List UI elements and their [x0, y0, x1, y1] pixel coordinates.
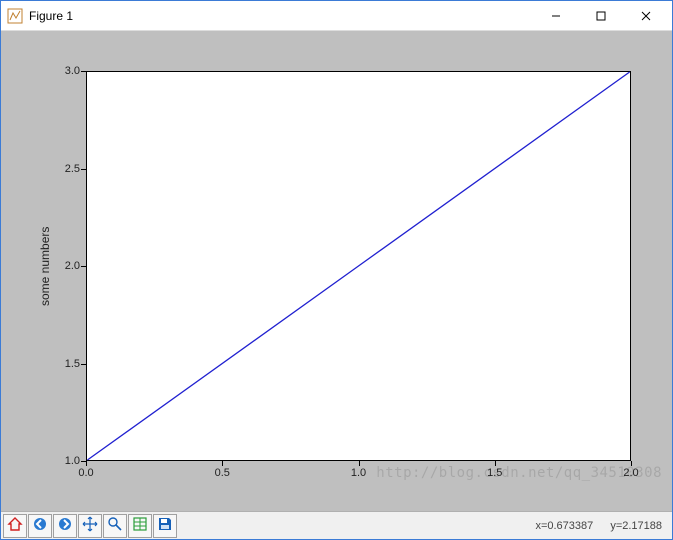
pan-button[interactable] [78, 514, 102, 538]
back-icon [32, 516, 48, 535]
cursor-y: y=2.17188 [610, 520, 662, 532]
forward-icon [57, 516, 73, 535]
nav-toolbar: x=0.673387 y=2.17188 [1, 511, 672, 539]
watermark-text: http://blog.csdn.net/qq_34510308 [376, 465, 662, 481]
pan-icon [82, 516, 98, 535]
home-button[interactable] [3, 514, 27, 538]
zoom-icon [107, 516, 123, 535]
subplot-config-button[interactable] [128, 514, 152, 538]
subplot-icon [132, 516, 148, 535]
close-button[interactable] [623, 1, 668, 31]
window-titlebar: Figure 1 [1, 1, 672, 31]
y-tick-label: 1.5 [58, 358, 80, 370]
home-icon [7, 516, 23, 535]
x-tick-label: 0.0 [78, 467, 93, 479]
plot-line [87, 72, 630, 460]
y-axis-label: some numbers [38, 227, 52, 306]
x-tick-label: 0.5 [215, 467, 230, 479]
window-title: Figure 1 [29, 9, 73, 23]
save-button[interactable] [153, 514, 177, 538]
x-tick-label: 1.0 [351, 467, 366, 479]
y-tick-label: 2.0 [58, 260, 80, 272]
y-tick-label: 2.5 [58, 163, 80, 175]
minimize-button[interactable] [533, 1, 578, 31]
y-tick-label: 3.0 [58, 65, 80, 77]
y-tick-label: 1.0 [58, 455, 80, 467]
save-icon [157, 516, 173, 535]
app-icon [7, 8, 23, 24]
forward-button[interactable] [53, 514, 77, 538]
maximize-button[interactable] [578, 1, 623, 31]
zoom-button[interactable] [103, 514, 127, 538]
back-button[interactable] [28, 514, 52, 538]
cursor-status: x=0.673387 y=2.17188 [521, 520, 662, 532]
cursor-x: x=0.673387 [535, 520, 593, 532]
plot-axes[interactable] [86, 71, 631, 461]
figure-canvas[interactable]: some numbers 0.00.51.01.52.01.01.52.02.5… [1, 31, 672, 511]
